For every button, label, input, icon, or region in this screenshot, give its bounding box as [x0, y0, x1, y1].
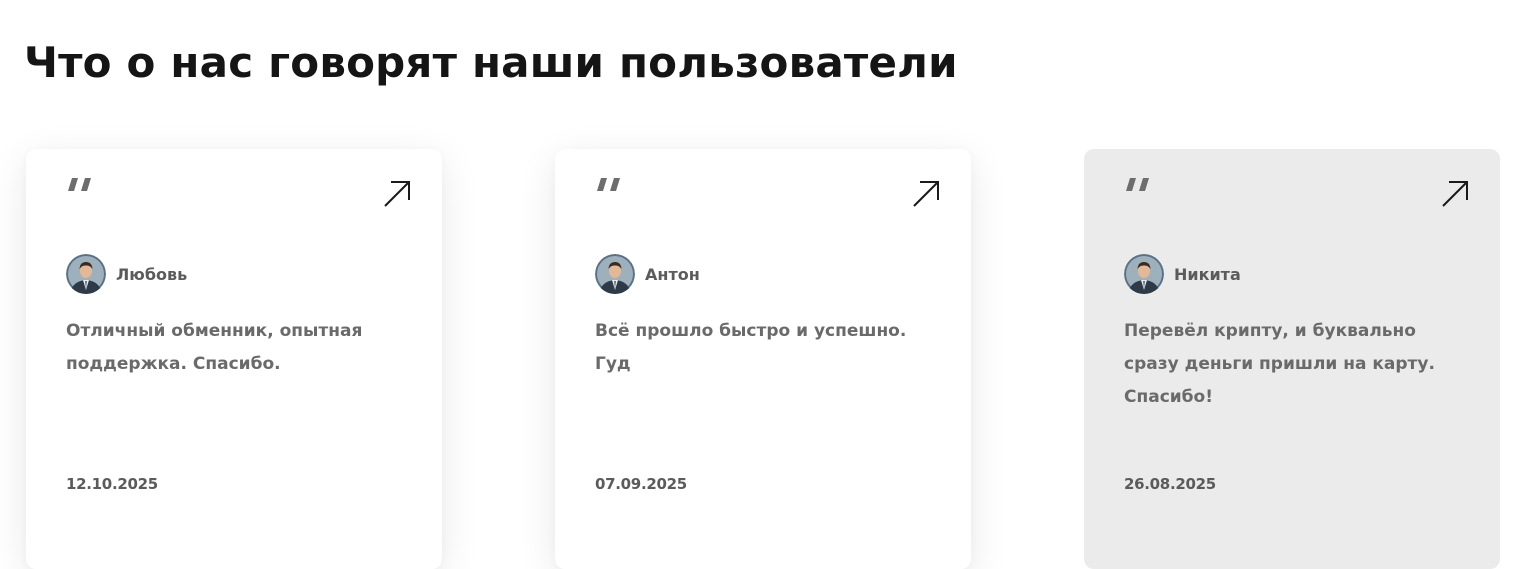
- review-text: Перевёл крипту, и буквально сразу деньги…: [1124, 321, 1435, 407]
- avatar: [1124, 254, 1164, 294]
- author-name: Любовь: [116, 264, 188, 284]
- review-text: Отличный обменник, опытная поддержка. Сп…: [66, 321, 363, 374]
- review-author: Никита: [1124, 254, 1241, 294]
- review-text: Всё прошло быстро и успешно. Гуд: [595, 321, 907, 374]
- review-date: 07.09.2025: [595, 475, 687, 493]
- arrow-up-right-icon[interactable]: [1440, 179, 1470, 209]
- quote-icon: [68, 178, 91, 191]
- quote-icon: [1126, 178, 1149, 191]
- author-name: Никита: [1174, 264, 1241, 284]
- arrow-up-right-icon[interactable]: [911, 179, 941, 209]
- section-title: Что о нас говорят наши пользователи: [24, 38, 958, 87]
- avatar: [595, 254, 635, 294]
- author-name: Антон: [645, 264, 700, 284]
- review-date: 12.10.2025: [66, 475, 158, 493]
- review-card-highlighted[interactable]: Никита Перевёл крипту, и буквально сразу…: [1084, 149, 1500, 569]
- arrow-up-right-icon[interactable]: [382, 179, 412, 209]
- review-author: Антон: [595, 254, 700, 294]
- avatar: [66, 254, 106, 294]
- review-date: 26.08.2025: [1124, 475, 1216, 493]
- reviews-list: Любовь Отличный обменник, опытная поддер…: [26, 149, 1500, 569]
- review-card[interactable]: Любовь Отличный обменник, опытная поддер…: [26, 149, 442, 569]
- review-card[interactable]: Антон Всё прошло быстро и успешно. Гуд 0…: [555, 149, 971, 569]
- review-author: Любовь: [66, 254, 187, 294]
- quote-icon: [597, 178, 620, 191]
